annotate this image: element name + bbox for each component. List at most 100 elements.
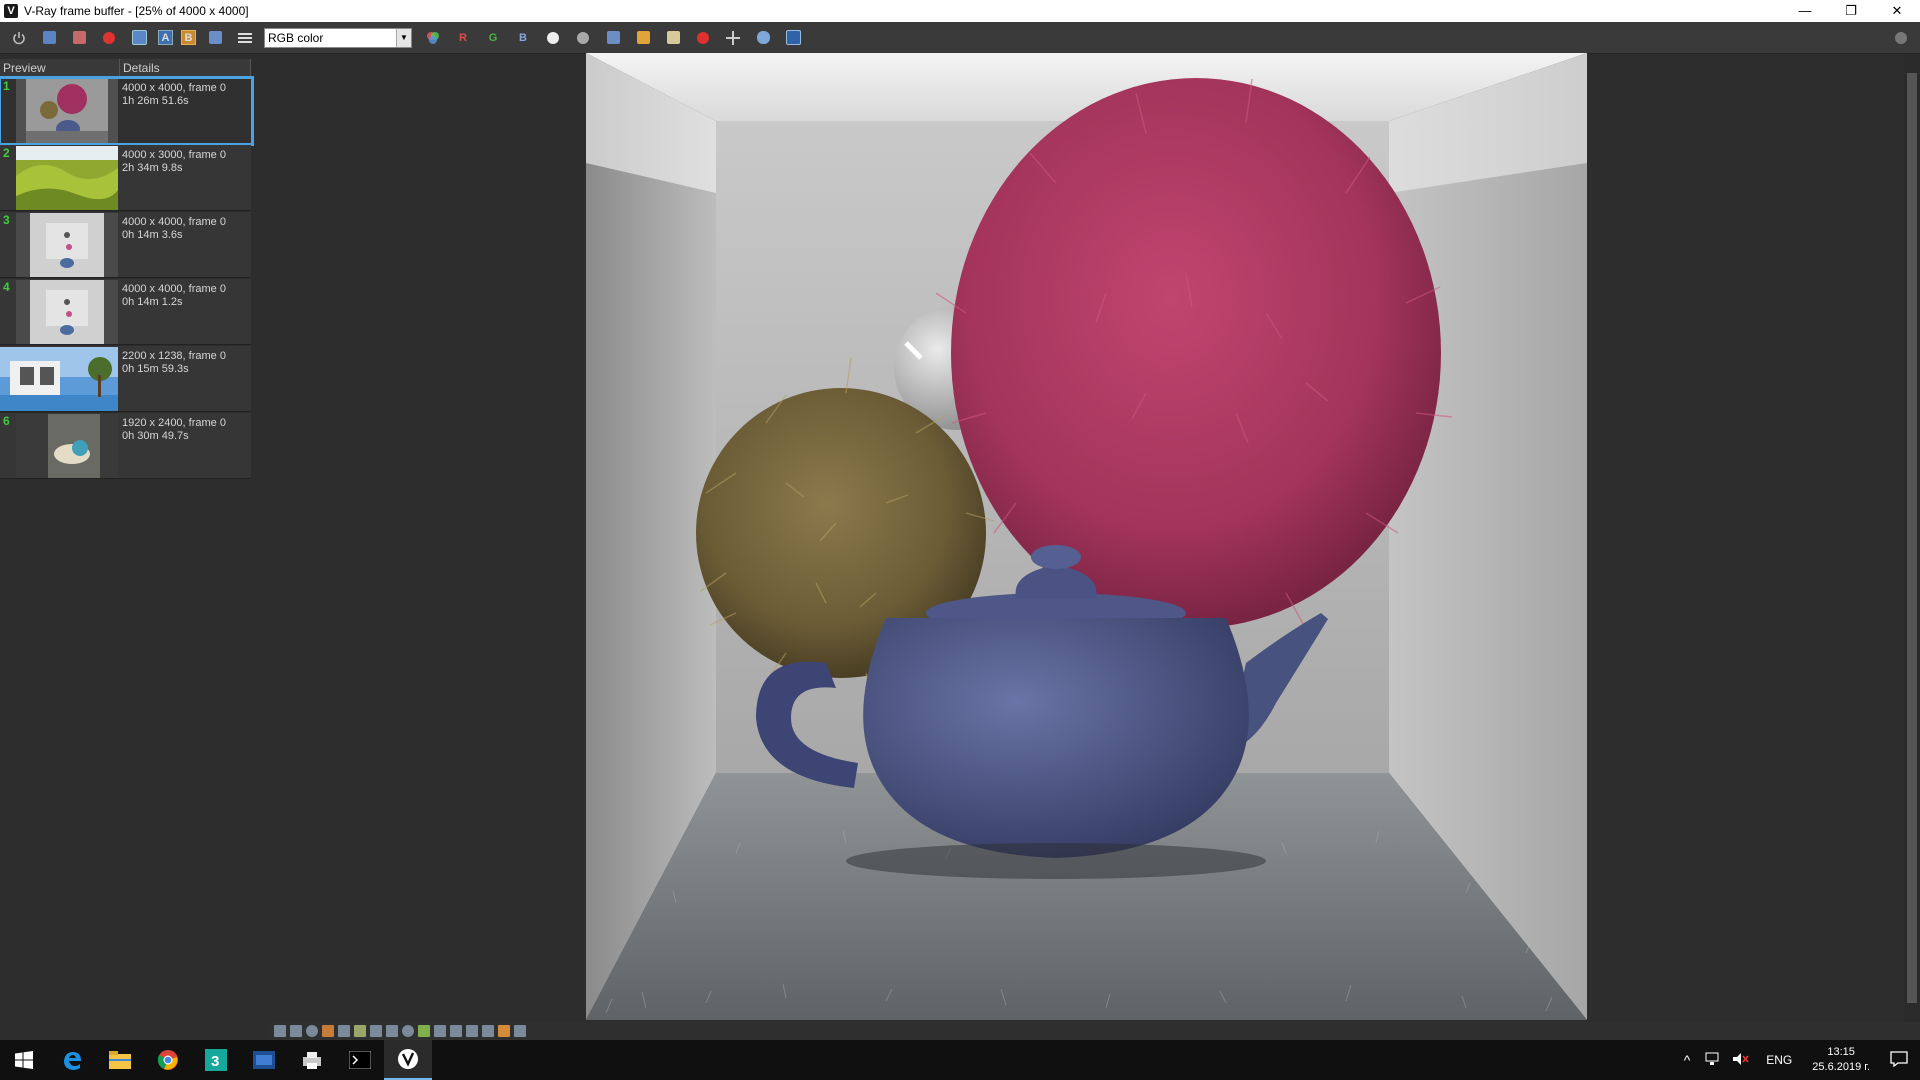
close-button[interactable]: ✕ [1874,0,1920,22]
open-folder-icon[interactable] [632,27,654,49]
history-render-time: 1h 26m 51.6s [122,95,189,107]
minimize-button[interactable]: — [1782,0,1828,22]
alpha-channel-icon[interactable] [542,27,564,49]
stop-render-icon[interactable] [692,27,714,49]
window-titlebar: V V-Ray frame buffer - [25% of 4000 x 40… [0,0,1920,22]
clock[interactable]: 13:15 25.6.2019 г. [1812,1045,1870,1075]
history-resolution: 4000 x 4000, frame 0 [122,216,226,228]
h-mirror-icon[interactable] [466,1025,478,1037]
crosshair-icon[interactable] [514,1025,526,1037]
lut-icon[interactable] [402,1025,414,1037]
history-item-5[interactable]: 5 2200 x 1238, frame 0 0h 15m 59.3s [0,346,251,412]
track-mouse-icon[interactable] [722,27,744,49]
lens-effects-icon[interactable] [782,27,804,49]
history-details: 1920 x 2400, frame 0 0h 30m 49.7s [122,417,226,443]
scrollbar-thumb[interactable] [1907,73,1917,1003]
region-render-icon[interactable] [128,27,150,49]
history-resolution: 4000 x 3000, frame 0 [122,149,226,161]
edge-icon[interactable] [48,1040,96,1080]
v-mirror-icon[interactable] [482,1025,494,1037]
history-resolution: 1920 x 2400, frame 0 [122,417,226,429]
chrome-icon[interactable] [144,1040,192,1080]
clear-image-icon[interactable] [98,27,120,49]
history-toggle-icon[interactable] [290,1025,302,1037]
render-icon[interactable] [752,27,774,49]
power-icon[interactable] [8,27,30,49]
history-item-number: 2 [3,146,10,160]
vertical-scrollbar[interactable] [1904,55,1920,1022]
red-channel-button[interactable]: R [452,27,474,49]
save-icon[interactable] [602,27,624,49]
terminal-icon[interactable] [336,1040,384,1080]
history-details: 4000 x 4000, frame 0 0h 14m 3.6s [122,216,226,242]
column-preview[interactable]: Preview [0,59,120,77]
vray-app-icon: V [4,4,18,18]
window-title: V-Ray frame buffer - [25% of 4000 x 4000… [24,4,249,18]
network-icon[interactable] [1704,1052,1720,1069]
compare-a-icon[interactable]: A [158,30,173,45]
history-item-1[interactable]: 1 4000 x 4000, frame 0 1h 26m 51.6s [0,76,254,146]
channel-select[interactable]: RGB color ▼ [264,27,412,48]
compare-icon[interactable] [498,1025,510,1037]
compare-b-icon[interactable]: B [181,30,196,45]
green-channel-button[interactable]: G [482,27,504,49]
abc-icon[interactable] [450,1025,462,1037]
color-channels-icon[interactable] [422,27,444,49]
save-image-icon[interactable] [38,27,60,49]
history-details: 4000 x 3000, frame 0 2h 34m 9.8s [122,149,226,175]
history-render-time: 0h 14m 3.6s [122,229,183,241]
mono-mode-icon[interactable] [572,27,594,49]
ocio-icon[interactable] [418,1025,430,1037]
save-all-icon[interactable] [68,27,90,49]
image-compare-icon[interactable] [204,27,226,49]
vray-app-icon-taskbar[interactable] [240,1040,288,1080]
history-thumbnail [0,347,118,411]
menu-icon[interactable] [234,27,256,49]
history-render-time: 0h 15m 59.3s [122,363,189,375]
exposure-icon[interactable] [354,1025,366,1037]
history-item-2[interactable]: 2 4000 x 3000, frame 0 2h 34m 9.8s [0,145,251,211]
render-viewport[interactable] [270,53,1904,1022]
history-item-number: 4 [3,280,10,294]
history-resolution: 4000 x 4000, frame 0 [122,283,226,295]
info-icon[interactable] [306,1025,318,1037]
vfb-taskbar-button[interactable] [384,1040,432,1080]
printer-icon[interactable] [288,1040,336,1080]
chevron-down-icon: ▼ [396,28,411,47]
history-item-number: 3 [3,213,10,227]
svg-text:3: 3 [211,1053,219,1070]
pixel-aspect-icon[interactable] [386,1025,398,1037]
restore-button[interactable]: ❐ [1828,0,1874,22]
clipboard-icon[interactable] [662,27,684,49]
history-item-number: 6 [3,414,10,428]
curves-icon[interactable] [338,1025,350,1037]
icc-icon[interactable] [434,1025,446,1037]
settings-icon[interactable] [1890,27,1912,49]
volume-muted-icon[interactable] [1732,1052,1750,1069]
history-render-time: 0h 30m 49.7s [122,430,189,442]
column-details[interactable]: Details [120,59,251,77]
histogram-icon[interactable] [370,1025,382,1037]
language-indicator[interactable]: ENG [1766,1053,1792,1067]
history-render-time: 0h 14m 1.2s [122,296,183,308]
history-resolution: 2200 x 1238, frame 0 [122,350,226,362]
history-item-4[interactable]: 4 4000 x 4000, frame 0 0h 14m 1.2s [0,279,251,345]
chevron-up-icon[interactable]: ^ [1684,1052,1691,1068]
windows-taskbar: 3 ^ ENG 13:15 25.6.2019 г. [0,1040,1920,1080]
history-details: 2200 x 1238, frame 0 0h 15m 59.3s [122,350,226,376]
start-button[interactable] [0,1040,48,1080]
blue-channel-button[interactable]: B [512,27,534,49]
clock-time: 13:15 [1827,1046,1855,1058]
system-tray: ^ ENG 13:15 25.6.2019 г. [1676,1040,1920,1080]
file-explorer-icon[interactable] [96,1040,144,1080]
notifications-icon[interactable] [1890,1050,1908,1070]
history-thumbnail [16,79,118,143]
3dsmax-icon[interactable]: 3 [192,1040,240,1080]
history-details: 4000 x 4000, frame 0 1h 26m 51.6s [122,82,226,108]
levels-icon[interactable] [322,1025,334,1037]
vfb-toolbar: A B RGB color ▼ R G B [0,22,1920,54]
history-item-3[interactable]: 3 4000 x 4000, frame 0 0h 14m 3.6s [0,212,251,278]
rendered-image[interactable] [586,53,1587,1020]
display-color-icon[interactable] [274,1025,286,1037]
history-item-6[interactable]: 6 1920 x 2400, frame 0 0h 30m 49.7s [0,413,251,479]
